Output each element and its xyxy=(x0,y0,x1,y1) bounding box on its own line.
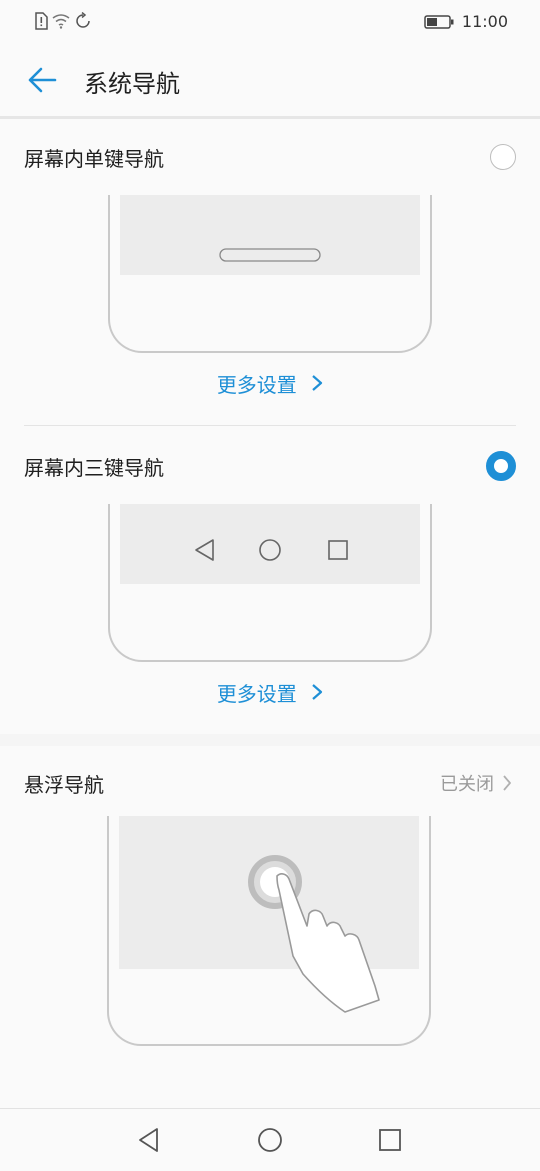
arrow-left-icon xyxy=(28,67,57,93)
status-bar: 11:00 xyxy=(0,0,540,44)
floating-nav-status: 已关闭 xyxy=(440,770,512,796)
square-recent-icon xyxy=(379,1129,401,1151)
option-single-key[interactable]: 屏幕内单键导航 xyxy=(24,129,516,185)
chevron-right-icon xyxy=(312,684,323,700)
phone-outline xyxy=(108,195,432,353)
floating-button-hand-icon xyxy=(248,855,380,1013)
system-nav-bar xyxy=(0,1108,540,1171)
wifi-icon xyxy=(52,14,70,29)
option-single-key-label: 屏幕内单键导航 xyxy=(24,146,164,171)
floating-nav-status-text: 已关闭 xyxy=(440,774,494,795)
floating-nav-illustration xyxy=(107,816,431,1046)
triangle-back-icon xyxy=(139,1128,158,1152)
option-three-key[interactable]: 屏幕内三键导航 xyxy=(24,438,516,494)
page-title: 系统导航 xyxy=(84,70,180,98)
nav-home-button[interactable] xyxy=(250,1121,290,1159)
circle-home-icon xyxy=(258,1128,282,1152)
status-time: 11:00 xyxy=(461,12,508,31)
chevron-right-icon xyxy=(312,375,323,391)
radio-three-key[interactable] xyxy=(486,451,516,481)
phone-outline xyxy=(108,504,432,662)
more-settings-label: 更多设置 xyxy=(216,373,297,397)
status-icons-left xyxy=(34,12,92,30)
more-settings-label: 更多设置 xyxy=(216,682,297,706)
three-key-illustration xyxy=(108,504,432,662)
option-three-key-label: 屏幕内三键导航 xyxy=(24,455,164,480)
radio-single-key[interactable] xyxy=(490,144,516,170)
nav-recent-button[interactable] xyxy=(370,1121,410,1159)
back-button[interactable] xyxy=(24,62,60,98)
floating-nav-row[interactable]: 悬浮导航 已关闭 xyxy=(24,760,512,806)
single-key-illustration xyxy=(108,195,432,353)
battery-icon xyxy=(424,14,454,29)
navigation-options-panel: 屏幕内单键导航 更多设置 屏幕内三键导航 更多设置 xyxy=(0,119,540,734)
nav-back-button[interactable] xyxy=(130,1121,170,1159)
app-bar: 系统导航 xyxy=(0,44,540,119)
floating-nav-section: 悬浮导航 已关闭 xyxy=(0,746,540,1108)
chevron-right-icon xyxy=(503,775,511,791)
floating-nav-label: 悬浮导航 xyxy=(24,772,104,797)
sync-icon xyxy=(76,12,90,28)
status-icons-right: 11:00 xyxy=(424,12,508,31)
sim-alert-icon xyxy=(35,12,48,30)
divider xyxy=(24,425,516,426)
more-settings-link-three[interactable]: 更多设置 xyxy=(0,678,540,707)
more-settings-link-single[interactable]: 更多设置 xyxy=(0,369,540,398)
